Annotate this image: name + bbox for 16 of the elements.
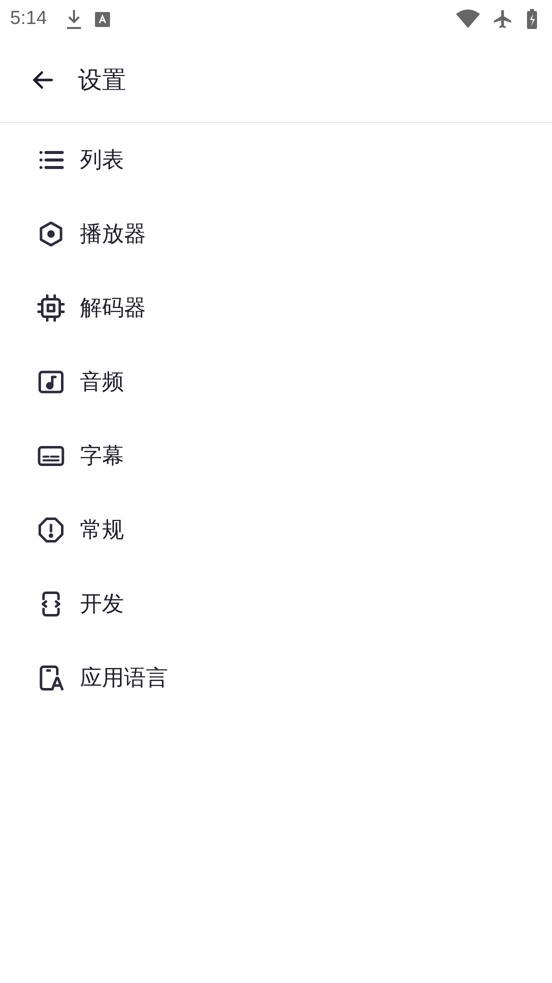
settings-item[interactable]: 应用语言 <box>0 641 552 715</box>
status-time: 5:14 <box>10 8 47 30</box>
settings-item[interactable]: 音频 <box>0 345 552 419</box>
settings-item[interactable]: 播放器 <box>0 197 552 271</box>
settings-item[interactable]: 列表 <box>0 123 552 197</box>
settings-item[interactable]: 解码器 <box>0 271 552 345</box>
airplane-icon <box>492 8 514 30</box>
page-title: 设置 <box>78 65 126 96</box>
battery-charging-icon <box>526 8 538 30</box>
chip-icon <box>36 293 66 323</box>
settings-item[interactable]: 开发 <box>0 567 552 641</box>
wifi-icon <box>456 9 480 29</box>
download-icon <box>64 8 83 30</box>
settings-item[interactable]: 常规 <box>0 493 552 567</box>
settings-item[interactable]: 字幕 <box>0 419 552 493</box>
alert-octagon-icon <box>36 515 66 545</box>
